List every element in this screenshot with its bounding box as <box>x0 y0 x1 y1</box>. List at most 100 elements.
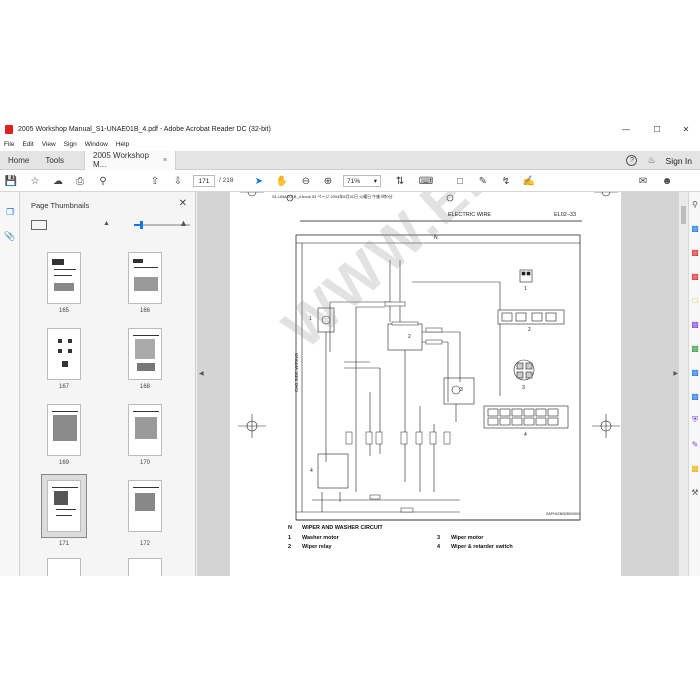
thumbnail-page-166[interactable] <box>128 252 162 304</box>
compress-icon[interactable]: ▩ <box>689 390 700 402</box>
draw-icon[interactable]: ↯ <box>499 174 513 188</box>
right-tools-rail: ⚲ ▩ ▩ ▩ □ ▩ ▩ ▩ ▩ ⛨ ✎ ▩ ⚒ <box>688 192 700 576</box>
document-scrollbar[interactable] <box>679 192 688 576</box>
slider-handle[interactable] <box>140 221 144 229</box>
search-icon[interactable]: ⚲ <box>96 174 110 188</box>
comment-tool-icon[interactable]: □ <box>689 294 700 306</box>
section-code: EL02–33 <box>554 212 577 218</box>
sign-in-button[interactable]: Sign In <box>666 156 692 166</box>
tab-home[interactable]: Home <box>0 151 37 170</box>
more-tools-icon[interactable]: ⚒ <box>689 486 700 498</box>
menu-window[interactable]: Window <box>85 141 108 148</box>
thumbnail-label: 171 <box>58 541 69 547</box>
thumbnail-label: 165 <box>58 308 69 314</box>
help-icon[interactable]: ? <box>626 155 638 166</box>
title-bar: 2005 Workshop Manual_S1-UNAE01B_4.pdf - … <box>0 120 700 138</box>
highlight-pen-icon[interactable]: ✎ <box>476 174 490 188</box>
minimize-button[interactable]: — <box>612 120 640 138</box>
protect-shield-icon[interactable]: ⛨ <box>689 414 700 426</box>
hand-tool-icon[interactable]: ✋ <box>275 174 289 188</box>
page-number-input[interactable]: 171 <box>193 175 215 187</box>
share-user-icon[interactable]: ☻ <box>660 174 674 188</box>
book-header: S1-UNAE01B_4.book 33 ページ 2004年8月31日 火曜日 … <box>272 194 393 199</box>
panel-close-icon[interactable]: ✕ <box>179 198 187 209</box>
collapse-left-panel-icon[interactable]: ◀ <box>199 370 204 377</box>
thumbnail-page-171[interactable] <box>47 480 81 532</box>
keyboard-icon[interactable]: ⌨ <box>419 174 433 188</box>
zoom-in-icon[interactable]: ⊕ <box>321 174 335 188</box>
thumbnail-page-167[interactable] <box>47 328 81 380</box>
edit-pdf-icon[interactable]: ▩ <box>689 270 700 282</box>
acrobat-app-icon <box>5 124 13 134</box>
side-label: CAB SIDE WIRING <box>294 352 299 392</box>
document-viewport[interactable]: ◀ S1-UNAE01B_4.book 33 ページ 2004年8月31日 火曜… <box>197 192 688 576</box>
tab-close-icon[interactable]: × <box>163 157 167 164</box>
previous-page-icon[interactable]: ⇧ <box>148 174 162 188</box>
legend-item-4: Wiper & retarder switch <box>451 544 513 550</box>
account-area: ? ♨ Sign In <box>626 151 692 170</box>
organize-pages-icon[interactable]: ▩ <box>689 342 700 354</box>
page-thumbnails-icon[interactable]: ❐ <box>4 206 16 218</box>
fill-sign-icon[interactable]: ✎ <box>689 438 700 450</box>
scan-ocr-icon[interactable]: ▩ <box>689 366 700 378</box>
tab-document[interactable]: 2005 Workshop M... × <box>84 150 177 170</box>
page-thumbnails-panel: Page Thumbnails ✕ ▲ ▲ 165 166 167 168 16… <box>21 192 196 576</box>
search-zoom-icon[interactable]: ⚲ <box>689 198 700 210</box>
thumbnail-page-174[interactable] <box>128 558 162 576</box>
component-label-4: 4 <box>310 468 313 474</box>
export-pdf-icon[interactable]: ▩ <box>689 222 700 234</box>
send-for-signature-icon[interactable]: ▩ <box>689 462 700 474</box>
legend-title: WIPER AND WASHER CIRCUIT <box>302 525 383 531</box>
legend-item-1: Washer motor <box>302 535 339 541</box>
panel-title: Page Thumbnails <box>31 201 90 210</box>
thumbnail-page-169[interactable] <box>47 404 81 456</box>
menu-view[interactable]: View <box>42 141 56 148</box>
collapse-right-panel-icon[interactable]: ▶ <box>673 370 678 377</box>
comment-icon[interactable]: □ <box>453 174 467 188</box>
maximize-button[interactable]: ☐ <box>643 120 671 138</box>
next-page-icon[interactable]: ⇩ <box>171 174 185 188</box>
upload-cloud-icon[interactable]: ☁ <box>51 174 65 188</box>
thumbnail-page-172[interactable] <box>128 480 162 532</box>
menu-file[interactable]: File <box>4 141 14 148</box>
large-mountain-icon[interactable]: ▲ <box>179 218 188 228</box>
zoom-level-select[interactable]: 71% ▾ <box>343 175 381 187</box>
sign-icon[interactable]: ✍ <box>522 174 536 188</box>
tab-tools[interactable]: Tools <box>37 151 84 170</box>
page-total: / 218 <box>219 177 234 184</box>
component-label-3: 3 <box>460 387 463 393</box>
thumbnail-page-170[interactable] <box>128 404 162 456</box>
attachments-paperclip-icon[interactable]: 📎 <box>4 230 16 242</box>
legend-item-3: Wiper motor <box>451 535 484 541</box>
thumbnail-page-165[interactable] <box>47 252 81 304</box>
save-icon[interactable]: 💾 <box>4 174 18 188</box>
select-cursor-icon[interactable]: ➤ <box>252 174 266 188</box>
acrobat-window: 2005 Workshop Manual_S1-UNAE01B_4.pdf - … <box>0 120 700 576</box>
zoom-out-icon[interactable]: ⊖ <box>299 174 313 188</box>
main-toolbar: 💾 ☆ ☁ ⎙ ⚲ ⇧ ⇩ 171 / 218 ➤ ✋ ⊖ ⊕ 71% ▾ ⇅ … <box>0 170 700 192</box>
menu-help[interactable]: Help <box>116 141 129 148</box>
legend-num-1: 1 <box>288 535 292 541</box>
bookmark-star-icon[interactable]: ☆ <box>28 174 42 188</box>
pdf-page: WWW.EPCDEPO.COM S1-UNAE01B_4.book 33 ページ… <box>230 192 688 576</box>
thumbnail-label: 169 <box>58 460 69 466</box>
legend-item-2: Wiper relay <box>302 544 332 550</box>
thumbnail-label: 166 <box>139 308 150 314</box>
legend-num-2: 2 <box>288 544 292 550</box>
zoom-level-value: 71% <box>347 177 361 185</box>
thumbnail-options-icon[interactable] <box>31 220 47 230</box>
fit-page-icon[interactable]: ⇅ <box>393 174 407 188</box>
document-scrollbar-thumb[interactable] <box>681 206 686 224</box>
print-icon[interactable]: ⎙ <box>73 174 87 188</box>
close-window-button[interactable]: ✕ <box>672 120 700 138</box>
thumbnail-page-168[interactable] <box>128 328 162 380</box>
notifications-bell-icon[interactable]: ♨ <box>647 155 655 166</box>
email-icon[interactable]: ✉ <box>636 174 650 188</box>
small-mountain-icon[interactable]: ▲ <box>103 220 110 227</box>
menu-edit[interactable]: Edit <box>22 141 33 148</box>
tab-bar: Home Tools 2005 Workshop M... × ? ♨ Sign… <box>0 150 700 170</box>
thumbnail-page-173[interactable] <box>47 558 81 576</box>
create-pdf-icon[interactable]: ▩ <box>689 246 700 258</box>
menu-sign[interactable]: Sign <box>64 141 77 148</box>
combine-files-icon[interactable]: ▩ <box>689 318 700 330</box>
